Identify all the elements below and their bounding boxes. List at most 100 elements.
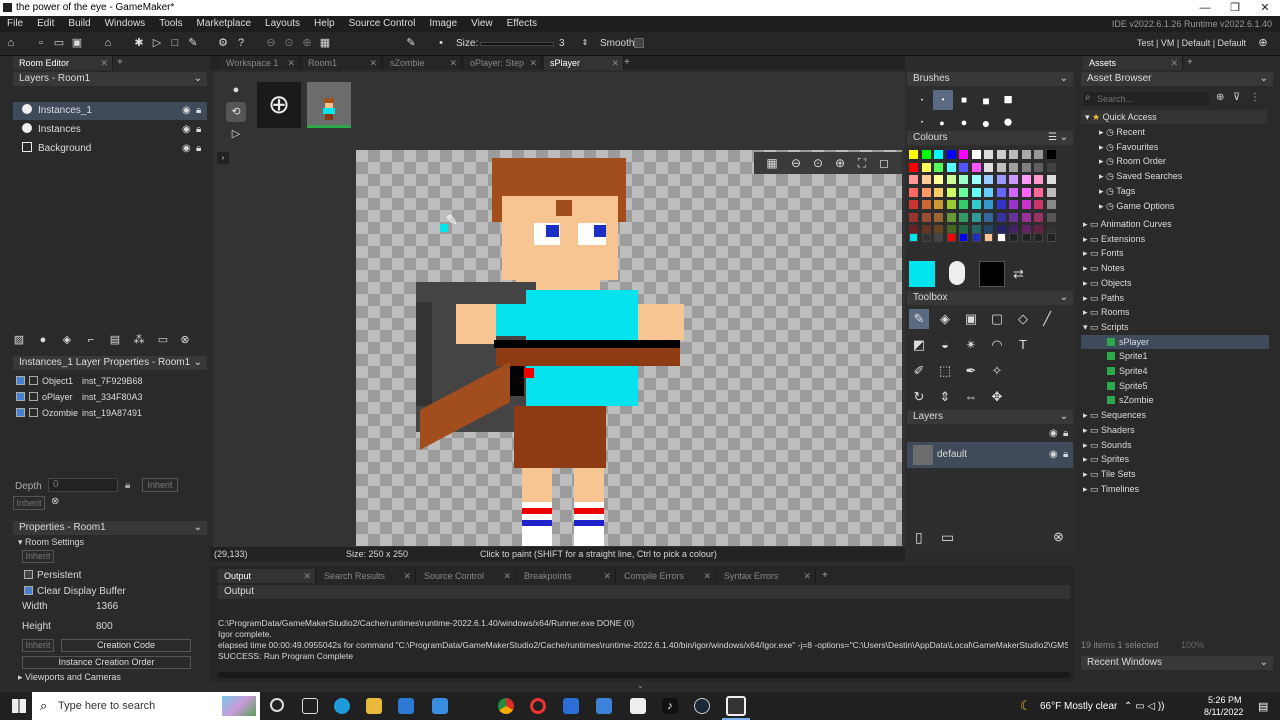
tray-icons[interactable]: ⌃ ▭ ◁ )) bbox=[1124, 701, 1165, 712]
lock-icon[interactable]: 🔒︎ bbox=[196, 102, 201, 120]
mail-icon[interactable] bbox=[398, 698, 414, 714]
instance-row[interactable]: Ozombie inst_19A87491 bbox=[16, 404, 206, 422]
colour-swatch[interactable] bbox=[959, 162, 968, 172]
chevron-right-icon[interactable]: ▸ bbox=[1083, 278, 1090, 288]
stop-icon[interactable]: □ bbox=[168, 36, 182, 50]
chevron-down-icon[interactable]: ⌄ bbox=[194, 356, 202, 370]
asset-group[interactable]: ▾ ▭ Scripts bbox=[1083, 320, 1267, 334]
colour-swatch[interactable] bbox=[1046, 187, 1056, 197]
custom-colour-swatch[interactable] bbox=[1009, 233, 1018, 242]
colour-swatch[interactable] bbox=[996, 212, 1006, 222]
chevron-right-icon[interactable]: ▸ bbox=[1083, 219, 1090, 229]
chevron-right-icon[interactable]: ▸ bbox=[1099, 171, 1106, 181]
pencil-tool-icon[interactable]: ✎ bbox=[909, 309, 929, 329]
eye-icon[interactable]: ◉ bbox=[1049, 449, 1058, 460]
colour-swatch[interactable] bbox=[959, 200, 968, 209]
colour-swatch[interactable] bbox=[959, 150, 968, 159]
frame-thumbnail[interactable] bbox=[307, 82, 351, 128]
asset-item[interactable]: Sprite1 bbox=[1081, 349, 1269, 363]
colour-swatch[interactable] bbox=[996, 150, 1006, 159]
creation-code-button[interactable]: Creation Code bbox=[61, 639, 191, 652]
steam-icon[interactable] bbox=[694, 698, 710, 714]
quick-access-item[interactable]: ▾ ★ Quick Access bbox=[1081, 110, 1267, 124]
asset-group[interactable]: ▸ ▭ Tile Sets bbox=[1083, 467, 1267, 481]
close-icon[interactable]: ✕ bbox=[1170, 56, 1178, 70]
colour-swatch[interactable] bbox=[984, 200, 993, 209]
settings-icon[interactable]: ⚙ bbox=[216, 36, 230, 50]
custom-colour-swatch[interactable] bbox=[1046, 233, 1056, 242]
colour-swatch[interactable] bbox=[971, 150, 981, 159]
colour-swatch[interactable] bbox=[1009, 212, 1018, 222]
output-tab[interactable]: Breakpoints ✕ bbox=[518, 569, 616, 583]
chevron-down-icon[interactable]: ⌄ bbox=[194, 521, 202, 535]
viewports-section[interactable]: ▸ Viewports and Cameras bbox=[18, 672, 121, 683]
task-view-icon[interactable] bbox=[302, 698, 318, 714]
close-icon[interactable]: ✕ bbox=[703, 569, 711, 583]
layer-item-instances[interactable]: Instances ◉ 🔒︎ bbox=[13, 121, 207, 139]
home-icon[interactable]: ⌂ bbox=[4, 36, 18, 50]
clear-display-option[interactable]: Clear Display Buffer bbox=[24, 586, 126, 597]
clear-icon[interactable]: ⊗ bbox=[51, 496, 59, 507]
menu-icon[interactable]: ☰ bbox=[1048, 131, 1057, 145]
chevron-down-icon[interactable]: ⌄ bbox=[1060, 131, 1068, 145]
asset-group[interactable]: ▸ ▭ Sprites bbox=[1083, 452, 1267, 466]
asset-group[interactable]: ▸ ▭ Sequences bbox=[1083, 408, 1267, 422]
add-tab-icon[interactable]: + bbox=[624, 57, 630, 68]
zoom-out-icon[interactable]: ⊖ bbox=[264, 36, 278, 50]
colour-swatch[interactable] bbox=[984, 212, 993, 222]
custom-colour-swatch[interactable] bbox=[1021, 233, 1031, 242]
grid-icon[interactable]: ▦ bbox=[318, 36, 332, 50]
play-icon[interactable]: ▷ bbox=[226, 124, 246, 144]
asset-item[interactable]: Sprite4 bbox=[1081, 364, 1269, 378]
chevron-down-icon[interactable]: ⌄ bbox=[1060, 410, 1068, 424]
chevron-right-icon[interactable]: ▸ bbox=[1083, 454, 1090, 464]
colour-swatch[interactable] bbox=[971, 212, 981, 222]
add-background-layer-icon[interactable]: ▨ bbox=[12, 333, 26, 347]
colour-swatch[interactable] bbox=[934, 187, 943, 197]
photos-icon[interactable] bbox=[563, 698, 579, 714]
shape-tool-icon[interactable]: ◩ bbox=[909, 335, 929, 355]
inherit-layer-button[interactable]: Inherit bbox=[13, 496, 45, 510]
zoom-in-icon[interactable]: ⊕ bbox=[300, 36, 314, 50]
custom-colour-swatch[interactable] bbox=[921, 233, 931, 242]
tab-szombie[interactable]: sZombie ✕ bbox=[384, 56, 462, 70]
colour-swatch[interactable] bbox=[1009, 162, 1018, 172]
gamemaker-icon[interactable] bbox=[726, 696, 746, 716]
inherit-room-button[interactable]: Inherit bbox=[22, 550, 54, 563]
close-icon[interactable]: ✕ bbox=[529, 56, 537, 70]
brush-size-4[interactable]: ■ bbox=[977, 92, 995, 110]
magic-wand-icon[interactable]: ✴ bbox=[961, 335, 981, 355]
chevron-right-icon[interactable]: ▸ bbox=[1083, 410, 1090, 420]
asset-item[interactable]: Sprite5 bbox=[1081, 379, 1269, 393]
output-tab[interactable]: Compile Errors ✕ bbox=[618, 569, 716, 583]
add-tile-layer-icon[interactable]: ◈ bbox=[60, 333, 74, 347]
run-icon[interactable]: ▷ bbox=[150, 36, 164, 50]
close-icon[interactable]: ✕ bbox=[611, 56, 619, 70]
colour-swatch[interactable] bbox=[971, 175, 981, 184]
tab-workspace-1[interactable]: Workspace 1 ✕ bbox=[220, 56, 300, 70]
filter-icon[interactable]: ⊽ bbox=[1233, 92, 1240, 103]
background-icon[interactable]: ◻ bbox=[874, 153, 894, 173]
sprite-layer-default[interactable]: default ◉ 🔒︎ bbox=[907, 442, 1073, 468]
explorer-icon[interactable] bbox=[366, 698, 382, 714]
colour-swatch[interactable] bbox=[921, 212, 931, 222]
colour-swatches[interactable] bbox=[909, 150, 1073, 246]
maximize-button[interactable]: ❐ bbox=[1220, 0, 1250, 16]
rotate-icon[interactable]: ↻ bbox=[909, 387, 929, 407]
colour-swatch[interactable] bbox=[984, 162, 993, 172]
colour-swatch[interactable] bbox=[971, 162, 981, 172]
close-icon[interactable]: ✕ bbox=[369, 56, 377, 70]
brush-size-1[interactable]: • bbox=[913, 92, 931, 110]
secondary-colour[interactable] bbox=[979, 261, 1005, 287]
add-asset-layer-icon[interactable]: ▤ bbox=[108, 333, 122, 347]
chevron-right-icon[interactable]: ▸ bbox=[1099, 142, 1106, 152]
colour-swatch[interactable] bbox=[984, 150, 993, 159]
asset-group[interactable]: ▸ ▭ Rooms bbox=[1083, 305, 1267, 319]
chevron-right-icon[interactable]: ▸ bbox=[1083, 263, 1090, 273]
opera-icon[interactable] bbox=[530, 698, 546, 714]
colour-swatch[interactable] bbox=[1021, 187, 1031, 197]
rect-tool-icon[interactable]: ▢ bbox=[987, 309, 1007, 329]
persistent-option[interactable]: Persistent bbox=[24, 570, 81, 581]
eye-icon[interactable]: ◉ bbox=[182, 140, 191, 158]
quick-access-entry[interactable]: ▸ ◷ Game Options bbox=[1099, 199, 1267, 213]
